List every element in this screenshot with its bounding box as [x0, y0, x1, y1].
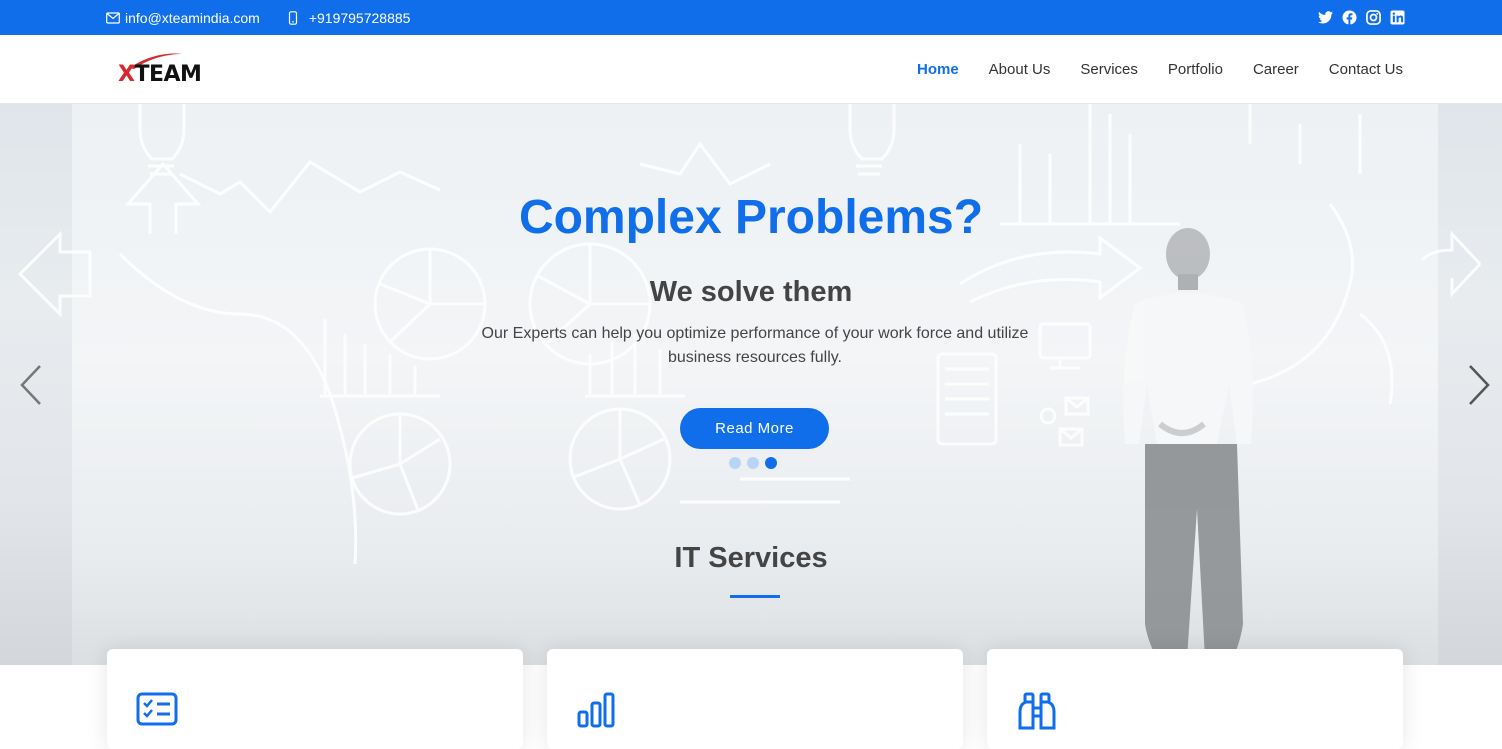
hero-subtitle: We solve them	[649, 276, 853, 308]
services-section-title: IT Services	[674, 542, 828, 574]
carousel-dot-3[interactable]	[765, 457, 777, 469]
service-card-1[interactable]	[107, 649, 523, 749]
twitter-icon[interactable]	[1317, 10, 1333, 26]
service-card-2[interactable]	[547, 649, 963, 749]
checklist-icon	[136, 692, 178, 726]
facebook-icon[interactable]	[1341, 10, 1357, 26]
phone-text: +919795728885	[308, 9, 411, 26]
carousel-next-button[interactable]	[1464, 360, 1494, 410]
email-text: info@xteamindia.com	[125, 9, 260, 26]
read-more-button[interactable]: Read More	[680, 408, 829, 449]
carousel-dot-1[interactable]	[729, 457, 741, 469]
nav-item-home[interactable]: Home	[917, 61, 959, 78]
nav-item-contact-us[interactable]: Contact Us	[1329, 61, 1403, 78]
linkedin-icon[interactable]	[1389, 10, 1405, 26]
phone-link[interactable]: +919795728885	[286, 9, 411, 26]
top-bar: info@xteamindia.com +919795728885	[0, 0, 1502, 35]
hero-description: Our Experts can help you optimize perfor…	[481, 325, 1029, 366]
social-links	[1309, 0, 1405, 35]
instagram-icon[interactable]	[1365, 10, 1381, 26]
hero-background-illustration	[17, 104, 1482, 659]
hero-carousel: Complex Problems? We solve them Our Expe…	[0, 104, 1502, 665]
binoculars-icon	[1018, 692, 1056, 730]
envelope-icon	[106, 11, 120, 24]
section-title-underline	[730, 595, 780, 598]
chevron-left-icon	[20, 365, 41, 405]
logo-text: XTEAM	[118, 62, 202, 87]
chevron-right-icon	[1469, 365, 1490, 405]
contact-info: info@xteamindia.com +919795728885	[106, 0, 436, 35]
phone-icon	[288, 10, 297, 25]
carousel-dot-2[interactable]	[747, 457, 759, 469]
site-header: XTEAM Home About Us Services Portfolio C…	[0, 35, 1502, 104]
carousel-indicators	[729, 457, 783, 469]
hero-title: Complex Problems?	[518, 191, 984, 244]
email-link[interactable]: info@xteamindia.com	[106, 10, 260, 26]
nav-item-portfolio[interactable]: Portfolio	[1168, 61, 1223, 78]
carousel-prev-button[interactable]	[16, 360, 46, 410]
service-card-3[interactable]	[987, 649, 1403, 749]
bar-chart-icon	[577, 692, 615, 728]
brand-logo[interactable]: XTEAM	[116, 50, 226, 90]
nav-item-services[interactable]: Services	[1080, 61, 1138, 78]
nav-item-about-us[interactable]: About Us	[989, 61, 1051, 78]
nav-item-career[interactable]: Career	[1253, 61, 1299, 78]
main-nav: Home About Us Services Portfolio Career …	[887, 35, 1403, 104]
